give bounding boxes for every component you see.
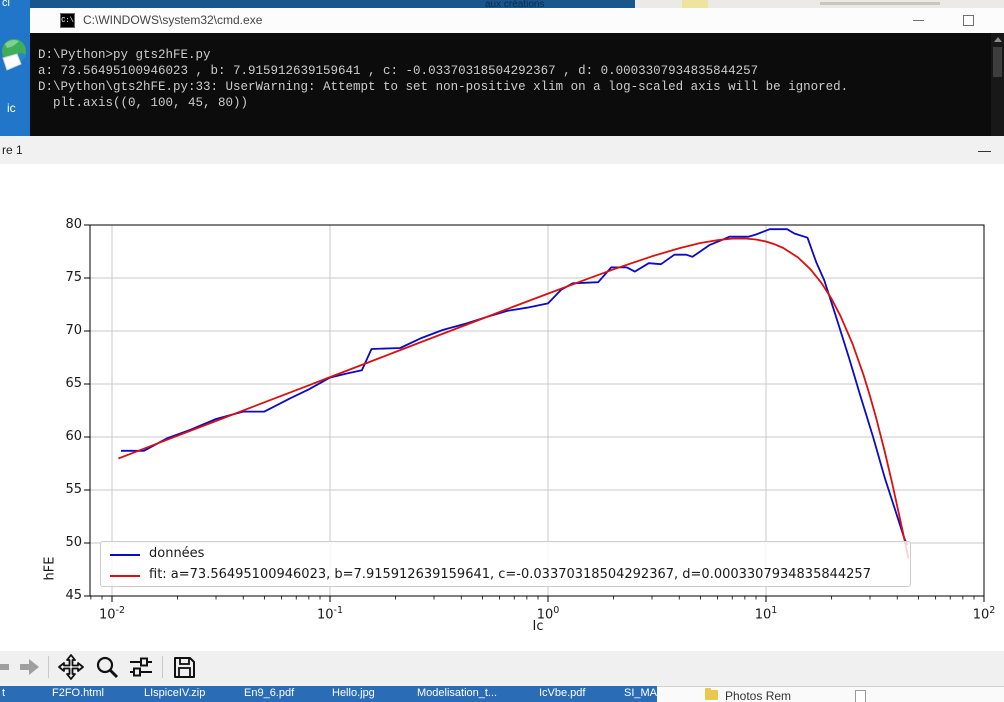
back-button[interactable] [0,654,12,680]
figure-minimize-button[interactable] [974,136,1004,164]
maximize-button[interactable] [952,8,986,33]
taskbar-item[interactable]: IcVbe.pdf [539,686,585,702]
desktop-corner-text: cl [2,0,10,9]
series-fit [118,237,910,559]
y-tick-label: 60 [65,429,82,444]
taskbar: t F2FO.html LIspiceIV.zip En9_6.pdf Hello.jp… [0,686,1004,702]
toolbar-separator [48,656,49,678]
console-line: a: 73.56495100946023 , b: 7.915912639159… [38,64,759,78]
legend: données fit: a=73.56495100946023, b=7.91… [100,541,911,587]
taskbar-item[interactable]: En9_6.pdf [244,686,294,702]
screen: cl ic aux créations C:\ C:\WINDOWS\syste… [0,0,1004,702]
folder-icon [705,688,718,700]
console-line: plt.axis((0, 100, 45, 80)) [38,96,249,110]
mpl-toolbar [0,651,1004,683]
cmd-icon: C:\ [60,13,75,28]
figure-titlebar[interactable]: re 1 [0,136,1004,164]
scrollbar-thumb[interactable] [993,47,1002,77]
explorer-item[interactable]: Photos Rem [725,689,791,702]
back-arrow-icon [0,659,9,675]
taskbar-item[interactable]: Hello.jpg [332,686,375,702]
scroll-up-icon[interactable] [994,37,1002,42]
legend-line-sample [110,554,140,556]
forward-button[interactable] [17,654,43,680]
y-tick-label: 50 [65,535,82,550]
y-tick-label: 80 [65,217,82,232]
cmd-window-title: C:\WINDOWS\system32\cmd.exe [83,13,263,27]
x-tick-label: 102 [972,605,996,623]
magnifier-icon [96,656,119,679]
background-window-strip: aux créations [30,0,635,8]
minimize-button[interactable] [902,8,936,33]
minimize-icon [978,151,991,152]
x-tick-label: 10-2 [98,605,126,623]
minimize-icon [913,20,924,21]
figure-window: re 1 45 50 55 60 65 70 75 80 10-2 10-1 100 101 102 h… [0,136,1004,686]
legend-label: données [149,546,205,561]
taskbar-items: t F2FO.html LIspiceIV.zip En9_6.pdf Hello.jp… [0,686,657,702]
x-tick-label: 101 [754,605,778,623]
file-icon [855,690,866,702]
y-axis-label: hFE [42,556,58,581]
toolbar-separator [162,656,163,678]
plot-canvas[interactable]: 45 50 55 60 65 70 75 80 10-2 10-1 100 101 102 hFE Ic… [0,164,1004,651]
legend-entry-fit: fit: a=73.56495100946023, b=7.9159126391… [101,565,910,586]
forward-arrow-icon [20,659,39,675]
y-tick-label: 55 [65,482,82,497]
series-data [121,228,909,546]
figure-window-title: re 1 [2,143,23,157]
cmd-window: C:\ C:\WINDOWS\system32\cmd.exe D:\Pytho… [30,8,1004,136]
background-strip-text: aux créations [485,0,545,8]
taskbar-item[interactable]: LIspiceIV.zip [144,686,205,702]
y-tick-label: 70 [65,323,82,338]
console-scrollbar[interactable] [991,33,1004,136]
y-tick-label: 75 [65,270,82,285]
pan-button[interactable] [58,654,84,680]
console-line: D:\Python\gts2hFE.py:33: UserWarning: At… [38,80,849,94]
sliders-icon [130,657,152,677]
console-line: D:\Python>py gts2hFE.py [38,48,211,62]
save-button[interactable] [171,654,197,680]
zoom-button[interactable] [94,654,120,680]
globe-shortcut-icon[interactable] [1,34,29,76]
save-floppy-icon [174,657,195,678]
configure-subplots-button[interactable] [128,654,154,680]
legend-line-sample [110,575,140,577]
explorer-panel: Photos Rem [657,686,1004,702]
legend-label: fit: a=73.56495100946023, b=7.9159126391… [149,567,871,582]
console-output[interactable]: D:\Python>py gts2hFE.py a: 73.56495100946… [30,33,1004,136]
cmd-titlebar[interactable]: C:\ C:\WINDOWS\system32\cmd.exe [30,8,1004,33]
pan-icon [58,654,84,680]
y-tick-label: 45 [65,588,82,603]
legend-entry-data: données [101,544,910,565]
taskbar-item[interactable]: t [2,686,5,702]
taskbar-item[interactable]: F2FO.html [52,686,104,702]
taskbar-item[interactable]: Modelisation_t... [417,686,497,702]
taskbar-item[interactable]: SI_MAHI [624,686,657,702]
desktop-left-strip: cl ic [0,0,30,140]
y-tick-label: 65 [65,376,82,391]
x-axis-label: Ic [532,619,544,634]
text-fragment [820,2,940,5]
x-tick-label: 10-1 [316,605,344,623]
background-window-strip-right [635,0,1004,8]
maximize-icon [963,15,974,26]
close-button[interactable] [997,8,1004,33]
desktop-icon-label: ic [7,101,16,115]
folder-fragment [682,0,708,8]
